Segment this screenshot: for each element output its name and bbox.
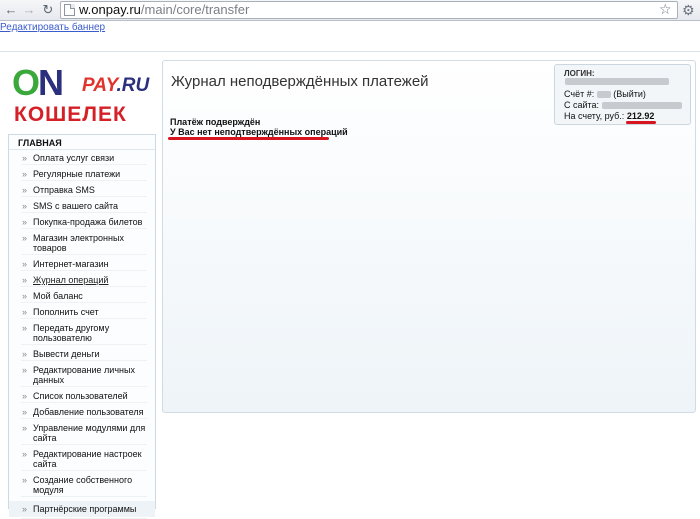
logo-n: N <box>38 62 64 103</box>
page-title: Журнал неподверждённых платежей <box>171 73 429 90</box>
from-site-row: С сайта: <box>564 100 682 110</box>
account-box: ЛОГИН: Счёт #: (Выйти) С сайта: На счету… <box>554 64 691 125</box>
browser-toolbar: ← → ↻ w.onpay.ru/main/core/transfer ☆ ⚙ <box>0 0 700 21</box>
logo-pay-text: PAY <box>82 75 117 96</box>
logout-link[interactable]: (Выйти) <box>613 89 646 99</box>
redacted-text <box>601 102 682 110</box>
sidebar-item-my-balance[interactable]: Мой баланс <box>9 291 155 303</box>
divider <box>0 51 700 52</box>
logo-power-icon: O <box>12 62 40 103</box>
edit-banner-link[interactable]: Редактировать баннер <box>0 22 105 33</box>
redacted-text <box>565 78 669 86</box>
logo-pay: PAY.RU <box>82 75 149 97</box>
url-path: /main/core/transfer <box>140 2 250 17</box>
sidebar-menu: ГЛАВНАЯ Оплата услуг связи Регулярные пл… <box>8 134 156 519</box>
sidebar-item-site-settings[interactable]: Редактирование настроек сайта <box>9 449 155 471</box>
url-host: w.onpay.ru <box>79 2 141 17</box>
sidebar-item-edit-personal-data[interactable]: Редактирование личных данных <box>9 365 155 387</box>
logo-wallet-text: КОШЕЛЕК <box>14 103 127 126</box>
sidebar-item-internet-shop[interactable]: Интернет-магазин <box>9 259 155 271</box>
logo-ru-text: .RU <box>116 75 150 96</box>
balance-row: На счету, руб.: 212.92 <box>564 111 655 121</box>
redacted-text <box>596 91 611 99</box>
sidebar-item-top-up[interactable]: Пополнить счет <box>9 307 155 319</box>
account-number-row: Счёт #: (Выйти) <box>564 89 646 99</box>
sidebar-item-add-user[interactable]: Добавление пользователя <box>9 407 155 419</box>
sidebar-item-sms-from-site[interactable]: SMS с вашего сайта <box>9 201 155 213</box>
sidebar-item-e-goods-shop[interactable]: Магазин электронных товаров <box>9 233 155 255</box>
status-message-no-pending: У Вас нет неподтверждённых операций <box>170 127 348 137</box>
sidebar-item-send-sms[interactable]: Отправка SMS <box>9 185 155 197</box>
balance-value: 212.92 <box>626 111 655 121</box>
highlight-underline <box>168 137 329 140</box>
sidebar-item-tickets[interactable]: Покупка-продажа билетов <box>9 217 155 229</box>
sidebar-item-withdraw[interactable]: Вывести деньги <box>9 349 155 361</box>
sidebar-item-communication[interactable]: Оплата услуг связи <box>9 153 155 165</box>
address-bar[interactable]: w.onpay.ru/main/core/transfer <box>60 1 678 19</box>
sidebar-item-transfer[interactable]: Передать другому пользователю <box>9 323 155 345</box>
login-value-redacted <box>565 76 669 86</box>
balance-highlight-underline <box>626 121 656 124</box>
sidebar-item-site-modules[interactable]: Управление модулями для сайта <box>9 423 155 445</box>
logo-on: ON <box>12 62 64 103</box>
sidebar-item-regular-payments[interactable]: Регулярные платежи <box>9 169 155 181</box>
wrench-icon[interactable]: ⚙ <box>682 2 695 18</box>
status-message-confirmed: Платёж подверждён <box>170 117 261 127</box>
onpay-logo[interactable]: ON PAY.RU КОШЕЛЕК <box>12 63 154 129</box>
bookmark-star-icon[interactable]: ☆ <box>659 2 672 17</box>
sidebar-item-partner-programs[interactable]: Партнёрские программы <box>9 501 155 519</box>
sidebar-item-operations-log[interactable]: Журнал операций <box>9 275 155 287</box>
sidebar-heading[interactable]: ГЛАВНАЯ <box>18 138 62 148</box>
sidebar-item-user-list[interactable]: Список пользователей <box>9 391 155 403</box>
sidebar-list: Оплата услуг связи Регулярные платежи От… <box>9 150 155 519</box>
sidebar-item-custom-module[interactable]: Создание собственного модуля <box>9 475 155 497</box>
reload-icon[interactable]: ↻ <box>40 2 56 18</box>
back-arrow-icon[interactable]: ← <box>3 2 19 18</box>
forward-arrow-icon[interactable]: → <box>21 2 37 18</box>
page-icon <box>64 4 75 16</box>
